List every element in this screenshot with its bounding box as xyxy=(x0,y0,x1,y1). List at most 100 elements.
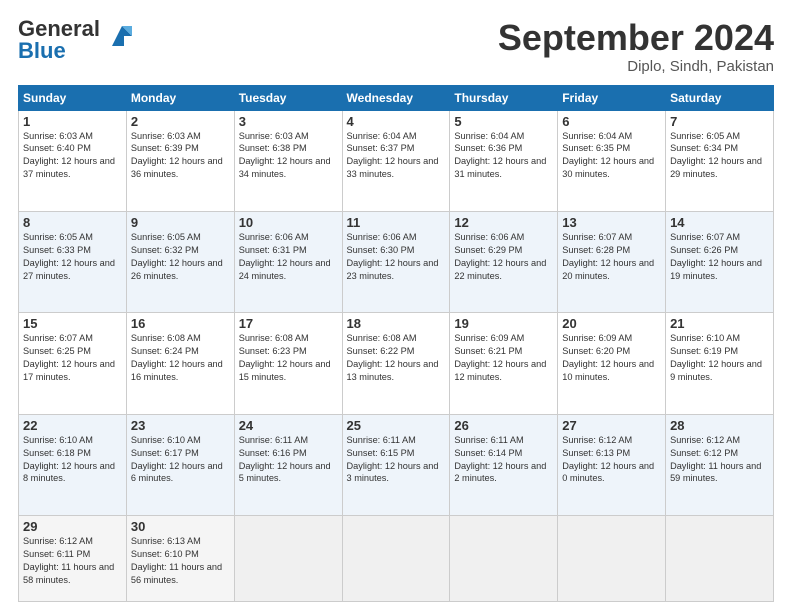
page: General Blue September 2024 Diplo, Sindh… xyxy=(0,0,792,612)
day-number: 17 xyxy=(239,316,338,331)
table-row: 6Sunrise: 6:04 AMSunset: 6:35 PMDaylight… xyxy=(558,110,666,211)
day-number: 9 xyxy=(131,215,230,230)
col-sunday: Sunday xyxy=(19,85,127,110)
table-row: 20Sunrise: 6:09 AMSunset: 6:20 PMDayligh… xyxy=(558,313,666,414)
day-info: Sunrise: 6:10 AMSunset: 6:17 PMDaylight:… xyxy=(131,434,230,486)
day-info: Sunrise: 6:10 AMSunset: 6:19 PMDaylight:… xyxy=(670,332,769,384)
table-row: 16Sunrise: 6:08 AMSunset: 6:24 PMDayligh… xyxy=(126,313,234,414)
day-info: Sunrise: 6:08 AMSunset: 6:23 PMDaylight:… xyxy=(239,332,338,384)
day-info: Sunrise: 6:06 AMSunset: 6:31 PMDaylight:… xyxy=(239,231,338,283)
day-info: Sunrise: 6:04 AMSunset: 6:36 PMDaylight:… xyxy=(454,130,553,182)
day-info: Sunrise: 6:04 AMSunset: 6:35 PMDaylight:… xyxy=(562,130,661,182)
day-info: Sunrise: 6:11 AMSunset: 6:16 PMDaylight:… xyxy=(239,434,338,486)
day-info: Sunrise: 6:07 AMSunset: 6:28 PMDaylight:… xyxy=(562,231,661,283)
col-tuesday: Tuesday xyxy=(234,85,342,110)
month-title: September 2024 xyxy=(498,18,774,58)
calendar-table: Sunday Monday Tuesday Wednesday Thursday… xyxy=(18,85,774,602)
day-info: Sunrise: 6:09 AMSunset: 6:20 PMDaylight:… xyxy=(562,332,661,384)
day-number: 7 xyxy=(670,114,769,129)
day-number: 30 xyxy=(131,519,230,534)
day-number: 23 xyxy=(131,418,230,433)
day-number: 3 xyxy=(239,114,338,129)
location: Diplo, Sindh, Pakistan xyxy=(498,58,774,75)
table-row: 25Sunrise: 6:11 AMSunset: 6:15 PMDayligh… xyxy=(342,414,450,515)
table-row xyxy=(558,516,666,602)
table-row: 30Sunrise: 6:13 AMSunset: 6:10 PMDayligh… xyxy=(126,516,234,602)
day-number: 6 xyxy=(562,114,661,129)
day-info: Sunrise: 6:12 AMSunset: 6:13 PMDaylight:… xyxy=(562,434,661,486)
day-number: 2 xyxy=(131,114,230,129)
day-info: Sunrise: 6:03 AMSunset: 6:40 PMDaylight:… xyxy=(23,130,122,182)
table-row: 22Sunrise: 6:10 AMSunset: 6:18 PMDayligh… xyxy=(19,414,127,515)
day-info: Sunrise: 6:03 AMSunset: 6:38 PMDaylight:… xyxy=(239,130,338,182)
table-row: 19Sunrise: 6:09 AMSunset: 6:21 PMDayligh… xyxy=(450,313,558,414)
table-row: 11Sunrise: 6:06 AMSunset: 6:30 PMDayligh… xyxy=(342,211,450,312)
table-row: 27Sunrise: 6:12 AMSunset: 6:13 PMDayligh… xyxy=(558,414,666,515)
day-number: 15 xyxy=(23,316,122,331)
table-row: 18Sunrise: 6:08 AMSunset: 6:22 PMDayligh… xyxy=(342,313,450,414)
table-row: 15Sunrise: 6:07 AMSunset: 6:25 PMDayligh… xyxy=(19,313,127,414)
table-row: 8Sunrise: 6:05 AMSunset: 6:33 PMDaylight… xyxy=(19,211,127,312)
table-row xyxy=(666,516,774,602)
table-row: 5Sunrise: 6:04 AMSunset: 6:36 PMDaylight… xyxy=(450,110,558,211)
day-info: Sunrise: 6:11 AMSunset: 6:14 PMDaylight:… xyxy=(454,434,553,486)
day-info: Sunrise: 6:10 AMSunset: 6:18 PMDaylight:… xyxy=(23,434,122,486)
day-number: 22 xyxy=(23,418,122,433)
day-number: 11 xyxy=(347,215,446,230)
day-number: 8 xyxy=(23,215,122,230)
col-thursday: Thursday xyxy=(450,85,558,110)
day-number: 14 xyxy=(670,215,769,230)
col-saturday: Saturday xyxy=(666,85,774,110)
day-info: Sunrise: 6:05 AMSunset: 6:32 PMDaylight:… xyxy=(131,231,230,283)
calendar-week-row: 29Sunrise: 6:12 AMSunset: 6:11 PMDayligh… xyxy=(19,516,774,602)
day-number: 20 xyxy=(562,316,661,331)
header: General Blue September 2024 Diplo, Sindh… xyxy=(18,18,774,75)
table-row xyxy=(234,516,342,602)
table-row: 28Sunrise: 6:12 AMSunset: 6:12 PMDayligh… xyxy=(666,414,774,515)
day-info: Sunrise: 6:08 AMSunset: 6:22 PMDaylight:… xyxy=(347,332,446,384)
calendar-week-row: 1Sunrise: 6:03 AMSunset: 6:40 PMDaylight… xyxy=(19,110,774,211)
day-info: Sunrise: 6:05 AMSunset: 6:34 PMDaylight:… xyxy=(670,130,769,182)
day-info: Sunrise: 6:06 AMSunset: 6:30 PMDaylight:… xyxy=(347,231,446,283)
table-row: 3Sunrise: 6:03 AMSunset: 6:38 PMDaylight… xyxy=(234,110,342,211)
table-row: 1Sunrise: 6:03 AMSunset: 6:40 PMDaylight… xyxy=(19,110,127,211)
day-number: 12 xyxy=(454,215,553,230)
day-info: Sunrise: 6:07 AMSunset: 6:25 PMDaylight:… xyxy=(23,332,122,384)
col-friday: Friday xyxy=(558,85,666,110)
table-row: 12Sunrise: 6:06 AMSunset: 6:29 PMDayligh… xyxy=(450,211,558,312)
day-number: 29 xyxy=(23,519,122,534)
day-number: 21 xyxy=(670,316,769,331)
day-number: 5 xyxy=(454,114,553,129)
col-monday: Monday xyxy=(126,85,234,110)
table-row: 23Sunrise: 6:10 AMSunset: 6:17 PMDayligh… xyxy=(126,414,234,515)
day-info: Sunrise: 6:11 AMSunset: 6:15 PMDaylight:… xyxy=(347,434,446,486)
day-info: Sunrise: 6:09 AMSunset: 6:21 PMDaylight:… xyxy=(454,332,553,384)
calendar-header-row: Sunday Monday Tuesday Wednesday Thursday… xyxy=(19,85,774,110)
day-info: Sunrise: 6:05 AMSunset: 6:33 PMDaylight:… xyxy=(23,231,122,283)
table-row: 24Sunrise: 6:11 AMSunset: 6:16 PMDayligh… xyxy=(234,414,342,515)
table-row: 9Sunrise: 6:05 AMSunset: 6:32 PMDaylight… xyxy=(126,211,234,312)
day-info: Sunrise: 6:12 AMSunset: 6:12 PMDaylight:… xyxy=(670,434,769,486)
day-info: Sunrise: 6:07 AMSunset: 6:26 PMDaylight:… xyxy=(670,231,769,283)
table-row: 14Sunrise: 6:07 AMSunset: 6:26 PMDayligh… xyxy=(666,211,774,312)
day-number: 16 xyxy=(131,316,230,331)
day-number: 26 xyxy=(454,418,553,433)
calendar-week-row: 15Sunrise: 6:07 AMSunset: 6:25 PMDayligh… xyxy=(19,313,774,414)
col-wednesday: Wednesday xyxy=(342,85,450,110)
calendar-week-row: 8Sunrise: 6:05 AMSunset: 6:33 PMDaylight… xyxy=(19,211,774,312)
day-info: Sunrise: 6:08 AMSunset: 6:24 PMDaylight:… xyxy=(131,332,230,384)
day-info: Sunrise: 6:13 AMSunset: 6:10 PMDaylight:… xyxy=(131,535,230,587)
logo-blue: Blue xyxy=(18,38,66,63)
day-number: 10 xyxy=(239,215,338,230)
logo: General Blue xyxy=(18,18,140,62)
day-info: Sunrise: 6:06 AMSunset: 6:29 PMDaylight:… xyxy=(454,231,553,283)
day-number: 4 xyxy=(347,114,446,129)
table-row: 29Sunrise: 6:12 AMSunset: 6:11 PMDayligh… xyxy=(19,516,127,602)
day-number: 19 xyxy=(454,316,553,331)
table-row: 26Sunrise: 6:11 AMSunset: 6:14 PMDayligh… xyxy=(450,414,558,515)
logo-icon xyxy=(104,18,140,54)
day-number: 18 xyxy=(347,316,446,331)
table-row: 4Sunrise: 6:04 AMSunset: 6:37 PMDaylight… xyxy=(342,110,450,211)
day-number: 25 xyxy=(347,418,446,433)
day-number: 27 xyxy=(562,418,661,433)
